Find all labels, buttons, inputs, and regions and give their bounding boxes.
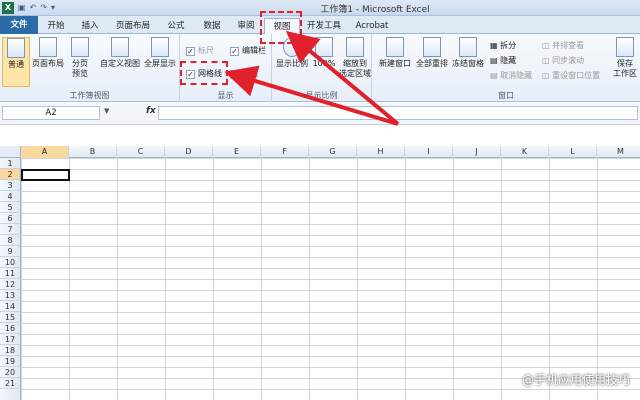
watermark: @手机应用使用技巧 (521, 373, 630, 387)
arrow-to-view-tab (285, 30, 400, 126)
annotation-arrows (224, 30, 400, 126)
arrow-to-gridlines (224, 65, 399, 126)
